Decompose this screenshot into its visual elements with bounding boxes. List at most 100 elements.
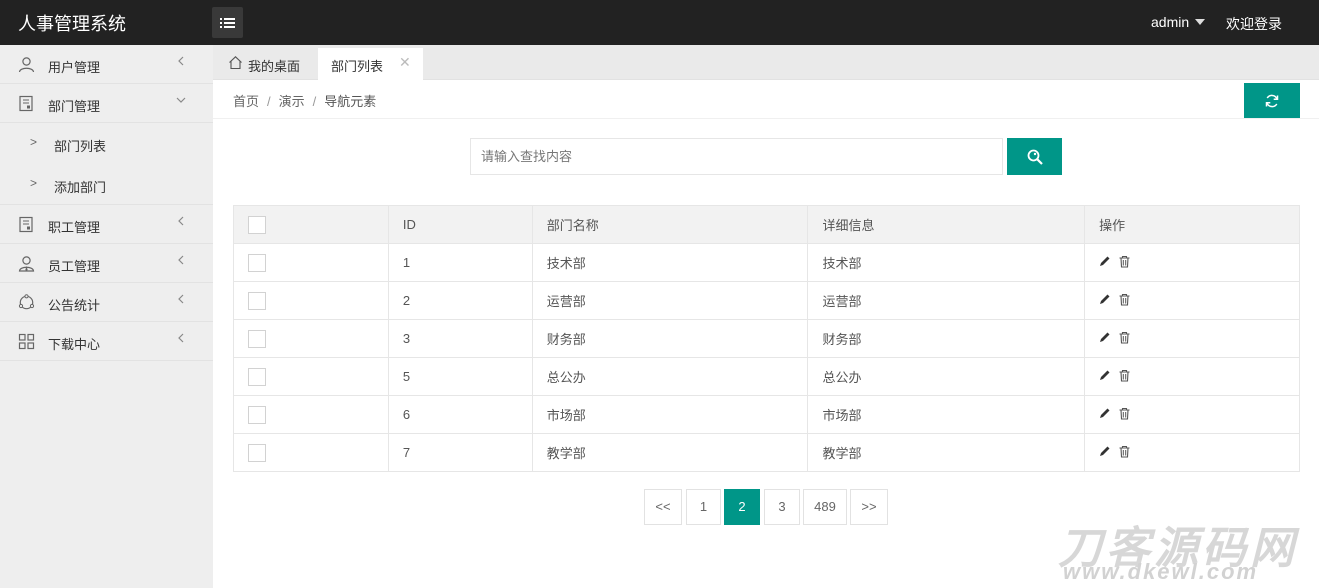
sidebar-item-download-center[interactable]: 下载中心 (0, 322, 213, 361)
chevron-left-icon (178, 216, 184, 226)
menu-toggle-button[interactable] (212, 7, 243, 38)
sidebar-subitem-label: 部门列表 (54, 139, 107, 154)
search-input[interactable] (470, 138, 1003, 175)
edit-icon[interactable] (1099, 255, 1111, 270)
sidebar-item-user-management[interactable]: 用户管理 (0, 45, 213, 84)
table-header-row: ID 部门名称 详细信息 操作 (233, 205, 1300, 244)
cell-detail: 运营部 (807, 281, 1086, 320)
trash-icon[interactable] (1118, 293, 1131, 309)
sidebar-subitem-department-list[interactable]: > 部门列表 (0, 123, 213, 164)
edit-icon[interactable] (1099, 293, 1111, 308)
top-header: 人事管理系统 admin 欢迎登录 (0, 0, 1319, 45)
chevron-down-icon (176, 97, 186, 103)
sidebar-item-label: 下载中心 (48, 337, 101, 352)
sidebar-item-label: 职工管理 (48, 220, 101, 235)
edit-icon[interactable] (1099, 445, 1111, 460)
cell-actions (1084, 319, 1300, 358)
cell-department-name: 教学部 (531, 433, 809, 472)
list-icon (220, 17, 235, 28)
cell-actions (1084, 281, 1300, 320)
sidebar-item-worker-management[interactable]: 职工管理 (0, 205, 213, 244)
cell-id: 1 (387, 243, 533, 282)
row-checkbox[interactable] (248, 443, 266, 462)
edit-icon[interactable] (1099, 331, 1111, 346)
cell-department-name: 技术部 (531, 243, 809, 282)
staff-icon (18, 256, 35, 272)
sidebar-subitem-label: 添加部门 (54, 180, 107, 195)
cell-detail: 技术部 (807, 243, 1086, 282)
trash-icon[interactable] (1118, 331, 1131, 347)
user-icon (18, 57, 35, 73)
home-icon (229, 56, 242, 70)
arrow-right-icon: > (30, 135, 38, 149)
header-id: ID (387, 205, 533, 244)
welcome-link[interactable]: 欢迎登录 (1226, 14, 1282, 34)
cell-detail: 教学部 (807, 433, 1086, 472)
refresh-button[interactable] (1244, 83, 1300, 118)
row-checkbox[interactable] (248, 367, 266, 386)
pagination-page[interactable]: 3 (764, 489, 800, 525)
pagination-page[interactable]: 489 (803, 489, 847, 525)
breadcrumb-bar: 首页 / 演示 / 导航元素 (213, 80, 1319, 119)
trash-icon[interactable] (1118, 407, 1131, 423)
breadcrumb: 首页 / 演示 / 导航元素 (233, 91, 376, 110)
sidebar-subitem-add-department[interactable]: > 添加部门 (0, 164, 213, 205)
pagination-page-active[interactable]: 2 (724, 489, 760, 525)
trash-icon[interactable] (1118, 369, 1131, 385)
trash-icon[interactable] (1118, 445, 1131, 461)
cell-actions (1084, 357, 1300, 396)
row-checkbox-cell (233, 395, 389, 434)
pagination-page[interactable]: 1 (686, 489, 721, 525)
pagination-next[interactable]: >> (850, 489, 888, 525)
search-button[interactable] (1007, 138, 1062, 175)
breadcrumb-separator: / (267, 94, 271, 109)
refresh-circle-icon (18, 294, 35, 310)
tab-label: 部门列表 (331, 59, 384, 74)
caret-down-icon (1195, 19, 1206, 25)
pagination-prev[interactable]: << (644, 489, 682, 525)
cell-actions (1084, 395, 1300, 434)
user-name: admin (1151, 14, 1190, 30)
cell-department-name: 财务部 (531, 319, 809, 358)
row-checkbox[interactable] (248, 405, 266, 424)
row-checkbox[interactable] (248, 291, 266, 310)
row-checkbox-cell (233, 243, 389, 282)
header-checkbox-cell (233, 205, 389, 244)
table-row: 2 运营部 运营部 (233, 281, 1300, 320)
breadcrumb-separator: / (312, 94, 317, 109)
breadcrumb-home[interactable]: 首页 (233, 94, 259, 109)
user-menu[interactable]: admin (1151, 14, 1206, 30)
refresh-icon (1265, 94, 1279, 107)
tab-my-desktop[interactable]: 我的桌面 (213, 48, 316, 80)
table-row: 1 技术部 技术部 (233, 243, 1300, 282)
cell-id: 5 (387, 357, 533, 396)
sidebar-item-announcement-stats[interactable]: 公告统计 (0, 283, 213, 322)
sidebar-item-department-management[interactable]: 部门管理 (0, 84, 213, 123)
cell-actions (1084, 243, 1300, 282)
cell-detail: 财务部 (807, 319, 1086, 358)
table-row: 6 市场部 市场部 (233, 395, 1300, 434)
trash-icon[interactable] (1118, 255, 1131, 271)
close-icon[interactable]: ✕ (399, 54, 411, 71)
edit-icon[interactable] (1099, 407, 1111, 422)
cell-id: 6 (387, 395, 533, 434)
edit-icon[interactable] (1099, 369, 1111, 384)
sidebar-item-label: 用户管理 (48, 60, 101, 75)
sidebar-item-label: 部门管理 (48, 99, 101, 114)
row-checkbox-cell (233, 281, 389, 320)
cell-department-name: 运营部 (531, 281, 809, 320)
tab-department-list[interactable]: 部门列表 ✕ (318, 48, 423, 80)
row-checkbox[interactable] (248, 329, 266, 348)
breadcrumb-current: 导航元素 (324, 94, 377, 109)
sidebar-item-label: 公告统计 (48, 298, 101, 313)
table-row: 7 教学部 教学部 (233, 433, 1300, 472)
sidebar: 用户管理 部门管理 > 部门列表 > 添加部门 职工管理 员工管理 公告统计 下… (0, 45, 213, 588)
sidebar-item-employee-management[interactable]: 员工管理 (0, 244, 213, 283)
header-actions: 操作 (1084, 205, 1300, 244)
grid-icon (18, 333, 35, 350)
select-all-checkbox[interactable] (248, 215, 266, 234)
search-icon (1027, 149, 1043, 165)
cell-department-name: 总公办 (531, 357, 809, 396)
row-checkbox[interactable] (248, 253, 266, 272)
breadcrumb-demo[interactable]: 演示 (279, 94, 305, 109)
